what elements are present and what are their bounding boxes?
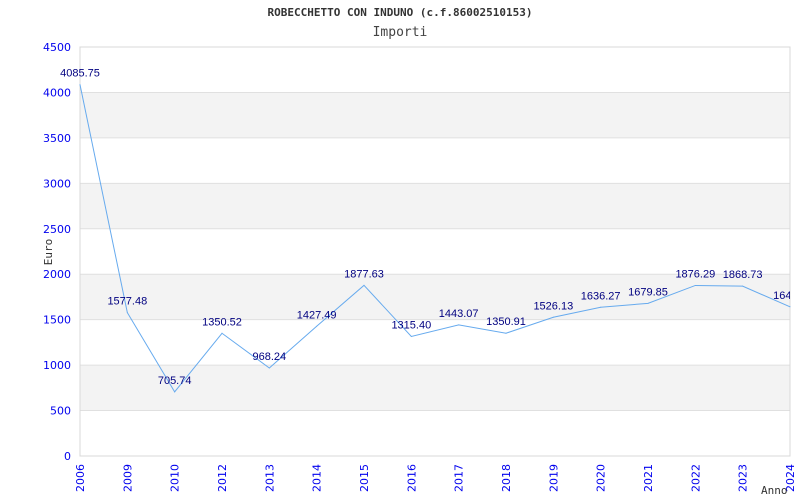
data-point bbox=[647, 302, 649, 304]
data-point bbox=[268, 367, 270, 369]
y-tick-label: 1500 bbox=[43, 314, 71, 327]
data-label: 968.24 bbox=[253, 351, 287, 363]
data-label: 1876.29 bbox=[675, 268, 715, 280]
y-tick-label: 500 bbox=[50, 405, 71, 418]
x-tick-label: 2018 bbox=[500, 464, 513, 492]
x-tick-label: 2009 bbox=[121, 464, 134, 492]
x-tick-label: 2019 bbox=[547, 464, 560, 492]
data-label: 1315.40 bbox=[391, 319, 431, 331]
data-label: 1679.85 bbox=[628, 286, 668, 298]
x-tick-label: 2022 bbox=[689, 464, 702, 492]
x-tick-label: 2010 bbox=[169, 464, 182, 492]
data-point bbox=[789, 306, 791, 308]
data-label: 1636.27 bbox=[581, 290, 621, 302]
data-label: 1877.63 bbox=[344, 268, 384, 280]
data-point bbox=[126, 312, 128, 314]
x-tick-label: 2006 bbox=[74, 464, 87, 492]
y-tick-label: 3000 bbox=[43, 177, 71, 190]
line-chart: 0 500 1000 1500 2000 2500 3000 3500 4000 4500 2006… bbox=[42, 41, 800, 497]
data-label: 1350.91 bbox=[486, 316, 526, 328]
data-point bbox=[600, 306, 602, 308]
x-tick-label: 2012 bbox=[216, 464, 229, 492]
y-axis-label: Euro bbox=[42, 239, 55, 266]
data-label: 4085.75 bbox=[60, 68, 100, 80]
x-tick-label: 2020 bbox=[595, 464, 608, 492]
x-tick-label: 2021 bbox=[642, 464, 655, 492]
data-label: 1350.52 bbox=[202, 316, 242, 328]
x-tick-label: 2014 bbox=[311, 464, 324, 492]
data-point bbox=[174, 391, 176, 393]
y-tick-label: 0 bbox=[64, 450, 71, 463]
data-point bbox=[79, 84, 81, 86]
data-point bbox=[694, 284, 696, 286]
x-tick-label: 2017 bbox=[453, 464, 466, 492]
data-point bbox=[552, 316, 554, 318]
grid-band bbox=[80, 365, 790, 411]
data-point bbox=[410, 335, 412, 337]
grid-band bbox=[80, 274, 790, 320]
x-tick-label: 2015 bbox=[358, 464, 371, 492]
data-label: 705.74 bbox=[158, 375, 192, 387]
x-axis-label: Anno bbox=[761, 484, 788, 497]
data-label: 1868.73 bbox=[723, 269, 763, 281]
y-tick-label: 4000 bbox=[43, 86, 71, 99]
data-label: 1526.13 bbox=[533, 300, 573, 312]
data-label: 1427.49 bbox=[297, 309, 337, 321]
data-label: 1443.07 bbox=[439, 308, 479, 320]
x-tick-label: 2016 bbox=[405, 464, 418, 492]
y-tick-label: 3500 bbox=[43, 132, 71, 145]
data-label: 1641.6 bbox=[773, 290, 800, 302]
y-tick-label: 2500 bbox=[43, 223, 71, 236]
grid-band bbox=[80, 183, 790, 229]
data-point bbox=[221, 332, 223, 334]
data-point bbox=[458, 324, 460, 326]
y-tick-label: 1000 bbox=[43, 359, 71, 372]
data-point bbox=[363, 284, 365, 286]
x-tick-label: 2013 bbox=[263, 464, 276, 492]
y-tick-label: 2000 bbox=[43, 268, 71, 281]
data-point bbox=[505, 332, 507, 334]
data-point bbox=[742, 285, 744, 287]
y-tick-label: 4500 bbox=[43, 41, 71, 54]
data-label: 1577.48 bbox=[107, 296, 147, 308]
grid-band bbox=[80, 92, 790, 138]
x-tick-label: 2023 bbox=[737, 464, 750, 492]
data-point bbox=[316, 325, 318, 327]
